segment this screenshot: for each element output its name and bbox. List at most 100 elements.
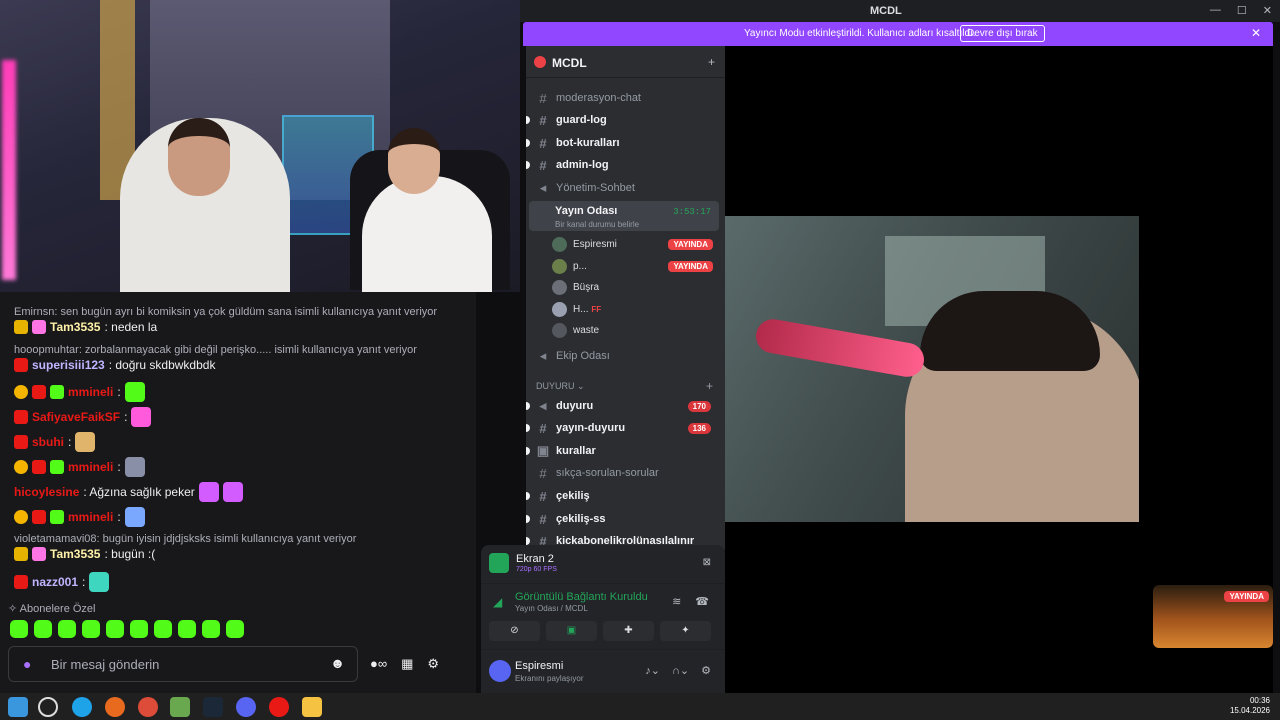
channel-item[interactable]: # yayın-duyuru 136: [526, 418, 721, 438]
rules-icon: ▣: [536, 443, 550, 458]
voice-user[interactable]: H... FF: [552, 299, 717, 319]
channel-item[interactable]: # çekiliş: [526, 486, 721, 506]
channel-item[interactable]: ▣ kurallar: [526, 441, 721, 461]
soundboard-button[interactable]: ✦: [660, 621, 711, 641]
chat-username[interactable]: mmineli: [68, 460, 113, 474]
emoji-icon[interactable]: ☻: [330, 655, 345, 671]
points-icon[interactable]: ●∞: [370, 656, 387, 672]
avatar: [552, 279, 567, 295]
voice-channel-item[interactable]: ◂ Ekip Odası: [534, 346, 721, 366]
disconnect-icon[interactable]: ☎: [695, 595, 709, 608]
chat-username[interactable]: superisiii123: [32, 358, 105, 372]
channel-status[interactable]: Bir kanal durumu belirle: [555, 220, 639, 229]
channel-sidebar: MCDL + # moderasyon-chat # guard-log # bot-…: [526, 46, 725, 550]
avatar[interactable]: [489, 660, 511, 682]
chat-username[interactable]: sbuhi: [32, 435, 64, 449]
avatar: [552, 322, 567, 338]
chat-username[interactable]: nazz001: [32, 575, 78, 589]
connection-status: Görüntülü Bağlantı Kuruldu: [515, 591, 648, 603]
hash-icon: #: [539, 112, 547, 128]
emote-icon[interactable]: [10, 620, 28, 638]
chat-username[interactable]: Tam3535: [50, 547, 100, 561]
chat-text: : Ağzına sağlık peker: [83, 485, 195, 499]
emote-icon[interactable]: [58, 620, 76, 638]
stop-share-icon[interactable]: ⊠: [703, 557, 711, 568]
maximize-icon[interactable]: ☐: [1237, 4, 1247, 17]
camera-off-button[interactable]: ⊘: [489, 621, 540, 641]
headphones-icon[interactable]: ∩⌄: [672, 664, 689, 677]
chrome-icon[interactable]: [138, 697, 158, 717]
emote-icon[interactable]: [154, 620, 172, 638]
emote-icon[interactable]: [82, 620, 100, 638]
screen-share-icon: [489, 553, 509, 573]
chat-username[interactable]: hicoylesine: [14, 485, 79, 499]
voice-user[interactable]: p... YAYINDA: [552, 256, 717, 276]
store-icon[interactable]: ▦: [401, 656, 413, 672]
gear-icon[interactable]: ⚙: [701, 664, 711, 677]
chat-input[interactable]: ● Bir mesaj gönderin ☻: [8, 646, 358, 682]
emote-icon[interactable]: [130, 620, 148, 638]
emote-icon[interactable]: [202, 620, 220, 638]
category-header[interactable]: DUYURU ⌄: [536, 381, 585, 392]
chat-message: superisiii123 : doğru skdbwkdbdk: [14, 358, 215, 372]
megaphone-icon: ◂: [539, 398, 547, 413]
chat-panel: Emirnsn: sen bugün ayrı bi komiksin ya ç…: [0, 292, 476, 693]
minimize-icon[interactable]: —: [1210, 4, 1221, 17]
crown-badge-icon: [14, 547, 28, 561]
chat-message: mmineli :: [14, 382, 145, 402]
discord-icon[interactable]: [236, 697, 256, 717]
one-badge-icon: [14, 460, 28, 474]
channel-item[interactable]: ◂ duyuru 170: [526, 396, 721, 416]
guild-name: MCDL: [552, 56, 587, 70]
gear-icon[interactable]: ⚙: [427, 656, 439, 672]
channel-item[interactable]: # çekiliş-ss: [526, 509, 721, 529]
app-icon[interactable]: [170, 697, 190, 717]
emote-icon[interactable]: [178, 620, 196, 638]
screen-share-button[interactable]: ▣: [546, 621, 597, 641]
add-user-icon[interactable]: +: [708, 55, 715, 69]
add-channel-icon[interactable]: +: [706, 379, 713, 393]
microphone-icon[interactable]: ●: [23, 656, 31, 672]
voice-user[interactable]: Büşra: [552, 277, 717, 297]
chat-username[interactable]: mmineli: [68, 510, 113, 524]
one-badge-icon: [14, 510, 28, 524]
close-icon[interactable]: ✕: [1263, 4, 1272, 17]
clock[interactable]: 00:36 15.04.2026: [1230, 696, 1270, 716]
windows-start-icon[interactable]: [8, 697, 28, 717]
live-badge: YAYINDA: [668, 260, 713, 272]
folder-icon[interactable]: [302, 697, 322, 717]
voice-user[interactable]: Espiresmi YAYINDA: [552, 234, 717, 254]
channel-item[interactable]: # moderasyon-chat: [534, 88, 721, 108]
microphone-icon[interactable]: ♪⌄: [645, 664, 660, 677]
disable-streamer-mode-button[interactable]: Devre dışı bırak: [960, 25, 1045, 42]
voice-user[interactable]: waste: [552, 320, 717, 340]
steam-icon[interactable]: [203, 697, 223, 717]
firefox-icon[interactable]: [105, 697, 125, 717]
screen-share-video[interactable]: [725, 216, 1139, 522]
chat-username[interactable]: mmineli: [68, 385, 113, 399]
chat-text: :: [124, 410, 128, 424]
stream-thumbnail[interactable]: YAYINDA: [1153, 585, 1273, 648]
emote-icon[interactable]: [34, 620, 52, 638]
chat-username[interactable]: Tam3535: [50, 320, 100, 334]
emote-icon[interactable]: [226, 620, 244, 638]
search-icon[interactable]: [38, 697, 58, 717]
chat-username[interactable]: SafiyaveFaikSF: [32, 410, 120, 424]
channel-item[interactable]: # guard-log: [526, 110, 721, 130]
edge-icon[interactable]: [72, 697, 92, 717]
emote-icon[interactable]: [106, 620, 124, 638]
active-voice-channel[interactable]: Yayın Odası 3:53:17 Bir kanal durumu bel…: [529, 201, 719, 231]
channel-item[interactable]: # admin-log: [526, 155, 721, 175]
channel-item[interactable]: # bot-kuralları: [526, 133, 721, 153]
voice-room-link[interactable]: Yayın Odası / MCDL: [515, 604, 588, 613]
user-controls: ♪⌄ ∩⌄ ⚙: [645, 664, 711, 677]
activities-button[interactable]: ✚: [603, 621, 654, 641]
channel-item[interactable]: # sıkça-sorulan-sorular: [534, 463, 721, 483]
obs-icon[interactable]: [269, 697, 289, 717]
noise-suppression-icon[interactable]: ≋: [672, 595, 681, 608]
close-icon[interactable]: ✕: [1251, 26, 1261, 40]
voice-panel: Ekran 2 720p 60 FPS ⊠ ◢ Görüntülü Bağlan…: [481, 545, 725, 693]
crown-badge-icon: [14, 320, 28, 334]
voice-channel-item[interactable]: ◂ Yönetim-Sohbet: [534, 178, 721, 198]
guild-header[interactable]: MCDL +: [526, 46, 725, 78]
